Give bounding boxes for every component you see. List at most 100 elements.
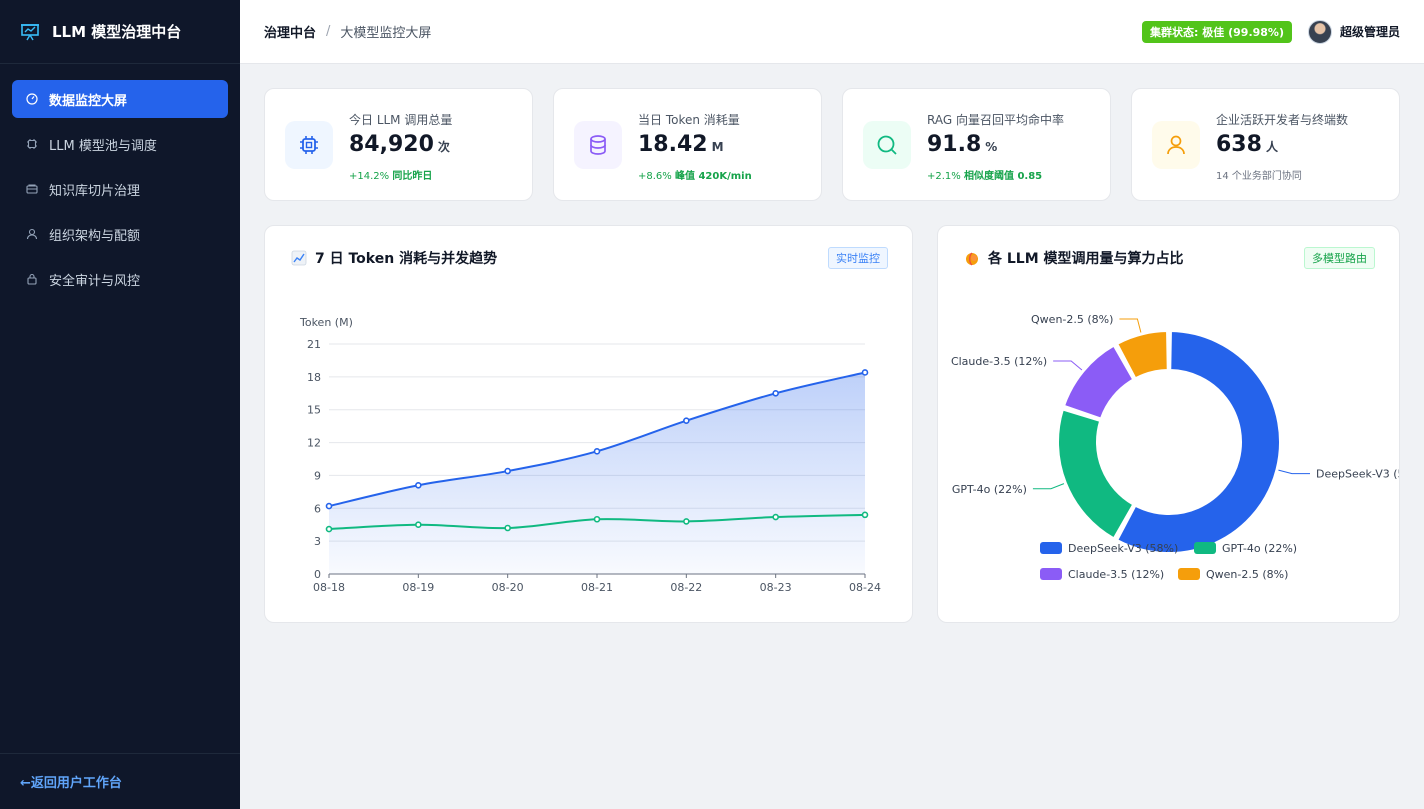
stat-value: 84,920	[349, 132, 434, 157]
slice-label-line	[1278, 469, 1311, 475]
stat-unit: 人	[1265, 140, 1278, 154]
sidebar-item-dashboard[interactable]: 数据监控大屏	[12, 80, 228, 118]
series-point	[504, 524, 511, 532]
x-tick-label: 08-21	[581, 581, 613, 594]
database-icon	[574, 121, 622, 169]
sidebar-item-knowledge-base[interactable]: 知识库切片治理	[12, 170, 228, 208]
sidebar-item-org-quota[interactable]: 组织架构与配额	[12, 215, 228, 253]
legend-label: Claude-3.5 (12%)	[1068, 568, 1164, 581]
stat-value-row: 91.8%	[927, 132, 997, 157]
sidebar-nav: 数据监控大屏 LLM 模型池与调度 知识库切片治理 组织架构与配额 安全审计与风…	[0, 64, 240, 321]
y-tick-label: 3	[314, 535, 321, 548]
slice-label-line	[1119, 318, 1142, 333]
stat-value-row: 638 人	[1216, 132, 1278, 157]
x-tick-label: 08-19	[402, 581, 434, 594]
series-point	[415, 481, 422, 489]
stat-card-token-usage: 当日 Token 消耗量 18.42 M +8.6% 峰值 420K/min	[553, 88, 822, 201]
series-point	[683, 518, 690, 525]
slice-label: Claude-3.5 (12%)	[951, 355, 1047, 368]
slice-label: Qwen-2.5 (8%)	[1031, 313, 1113, 326]
top-header: 治理中台 / 大模型监控大屏 集群状态: 极佳 (99.98%) 超级管理员	[240, 0, 1424, 64]
folder-icon	[26, 183, 38, 195]
trend-chart-card: 7 日 Token 消耗与并发趋势 实时监控 Token (M) 0 3 6 9 12 15…	[264, 225, 913, 623]
presentation-chart-icon	[21, 23, 39, 40]
stat-unit: %	[985, 140, 998, 154]
stat-label: 当日 Token 消耗量	[638, 113, 740, 127]
series-point	[593, 448, 601, 455]
search-icon	[863, 121, 911, 169]
series-point	[504, 467, 511, 475]
donut-chart-svg: DeepSeek-V3 (58%) GPT-4o (22%) Claude-3.5 …	[951, 313, 1400, 581]
stat-value: 91.8	[927, 132, 982, 157]
x-tick-label: 08-22	[670, 581, 702, 594]
stat-sub: +8.6% 峰值 420K/min	[638, 167, 752, 182]
y-tick-label: 6	[314, 502, 321, 515]
slice-label: DeepSeek-V3 (58%)	[1316, 468, 1400, 481]
stat-unit: M	[711, 140, 724, 154]
sidebar-item-label: 知识库切片治理	[49, 183, 141, 199]
trend-chart-svg: Token (M) 0 3 6 9 12 15 18 21 08-18 08-19 08-20 08-2…	[299, 316, 881, 594]
stat-card-active-developers: 企业活跃开发者与终端数 638 人 14 个业务部门协同	[1131, 88, 1400, 201]
stat-change-pct: +2.1%	[927, 171, 961, 182]
stat-change-desc: 峰值 420K/min	[674, 171, 752, 182]
series-point	[861, 369, 869, 376]
breadcrumb-root[interactable]: 治理中台	[264, 22, 316, 41]
stat-sub: +14.2% 同比昨日	[349, 167, 432, 182]
back-to-workspace-link[interactable]: ←返回用户工作台	[20, 772, 122, 791]
y-tick-label: 15	[307, 404, 321, 417]
series-point	[772, 513, 779, 521]
sidebar: LLM 模型治理中台 数据监控大屏 LLM 模型池与调度 知识库切片治理 组织架…	[0, 0, 240, 809]
y-axis-label: Token (M)	[299, 316, 353, 329]
series-point	[325, 502, 333, 510]
lock-icon	[26, 273, 38, 285]
stat-sub: +2.1% 相似度阈值 0.85	[927, 167, 1042, 182]
sidebar-footer: ←返回用户工作台	[0, 753, 240, 809]
user-icon	[1152, 121, 1200, 169]
breadcrumb-separator: /	[326, 24, 331, 39]
legend-label: Qwen-2.5 (8%)	[1206, 568, 1288, 581]
sidebar-item-model-pool[interactable]: LLM 模型池与调度	[12, 125, 228, 163]
sidebar-item-label: 数据监控大屏	[49, 93, 128, 109]
series-area-fill	[329, 372, 865, 574]
slice-label-line	[1053, 360, 1083, 371]
sidebar-item-label: 组织架构与配额	[49, 228, 141, 244]
legend-swatch	[1040, 568, 1062, 580]
legend-swatch	[1194, 542, 1216, 554]
avatar[interactable]	[1307, 19, 1332, 44]
stat-change-desc: 相似度阈值 0.85	[963, 171, 1043, 182]
user-icon	[26, 228, 38, 240]
stat-card-llm-calls: 今日 LLM 调用总量 84,920 次 +14.2% 同比昨日	[264, 88, 533, 201]
x-tick-label: 08-23	[760, 581, 792, 594]
stat-change-desc: 同比昨日	[392, 171, 433, 182]
stat-value-row: 18.42 M	[638, 132, 724, 157]
donut-slice	[1063, 344, 1135, 420]
brand-title: LLM 模型治理中台	[52, 23, 182, 41]
sidebar-item-label: LLM 模型池与调度	[49, 138, 157, 154]
x-tick-label: 08-18	[313, 581, 345, 594]
stat-sub-text: 14 个业务部门协同	[1216, 171, 1302, 182]
chip-icon	[26, 138, 38, 150]
sidebar-item-security-audit[interactable]: 安全审计与风控	[12, 260, 228, 298]
series-point	[415, 521, 422, 529]
stat-card-rag-hit-rate: RAG 向量召回平均命中率 91.8% +2.1% 相似度阈值 0.85	[842, 88, 1111, 201]
y-tick-label: 18	[307, 371, 321, 384]
breadcrumb-current: 大模型监控大屏	[340, 26, 432, 41]
slice-label-line	[1032, 483, 1065, 490]
y-tick-label: 0	[314, 568, 321, 581]
y-tick-label: 21	[307, 338, 321, 351]
slice-label: GPT-4o (22%)	[952, 483, 1027, 496]
stat-label: 今日 LLM 调用总量	[349, 113, 453, 127]
stat-change-pct: +14.2%	[349, 171, 390, 182]
brand: LLM 模型治理中台	[0, 0, 240, 64]
sidebar-item-label: 安全审计与风控	[49, 273, 141, 289]
dashboard-icon	[26, 93, 38, 105]
header-right: 集群状态: 极佳 (99.98%) 超级管理员	[1142, 19, 1400, 44]
legend-swatch	[1040, 542, 1062, 554]
stat-value-row: 84,920 次	[349, 132, 450, 157]
user-name[interactable]: 超级管理员	[1340, 23, 1400, 40]
cluster-status-badge: 集群状态: 极佳 (99.98%)	[1142, 20, 1292, 43]
stat-label: RAG 向量召回平均命中率	[927, 113, 1064, 127]
y-tick-label: 9	[314, 469, 321, 482]
legend-swatch	[1178, 568, 1200, 580]
stat-label: 企业活跃开发者与终端数	[1216, 113, 1349, 127]
